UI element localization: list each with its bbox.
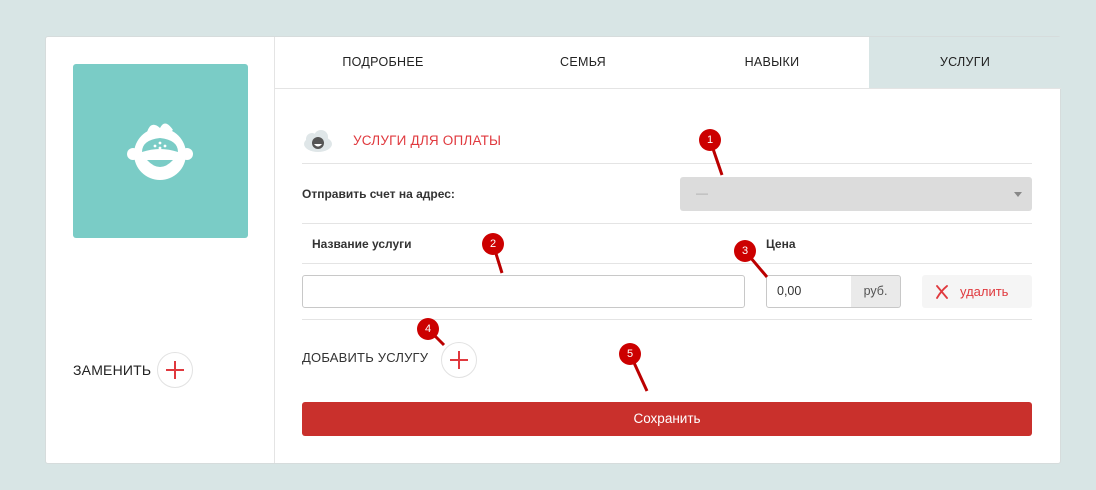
- divider: [302, 319, 1032, 320]
- divider: [302, 223, 1032, 224]
- child-face-icon: [127, 123, 193, 180]
- left-column: ЗАМЕНИТЬ: [46, 37, 275, 463]
- marker-number: 3: [741, 245, 749, 257]
- replace-photo-button[interactable]: [157, 352, 193, 388]
- avatar[interactable]: [73, 64, 248, 238]
- add-service-label: ДОБАВИТЬ УСЛУГУ: [302, 350, 429, 365]
- cloud-face-icon: [304, 130, 332, 152]
- currency-addon: руб.: [851, 275, 901, 308]
- service-name-header: Название услуги: [312, 237, 412, 251]
- marker-number: 4: [424, 323, 432, 335]
- tab-services[interactable]: УСЛУГИ: [869, 37, 1061, 88]
- tab-skills[interactable]: НАВЫКИ: [675, 37, 869, 88]
- replace-label: ЗАМЕНИТЬ: [73, 362, 152, 378]
- profile-card: ЗАМЕНИТЬ ПОДРОБНЕЕ СЕМЬЯ НАВЫКИ УСЛУГИ У…: [45, 36, 1061, 464]
- delete-service-button[interactable]: удалить: [922, 275, 1032, 308]
- tab-details[interactable]: ПОДРОБНЕЕ: [275, 37, 491, 88]
- save-button[interactable]: Сохранить: [302, 402, 1032, 436]
- section-title: УСЛУГИ ДЛЯ ОПЛАТЫ: [353, 133, 502, 148]
- delete-label: удалить: [960, 284, 1009, 299]
- tab-family[interactable]: СЕМЬЯ: [491, 37, 675, 88]
- caret-down-icon: [1014, 192, 1022, 197]
- marker-number: 1: [706, 134, 714, 146]
- send-invoice-label: Отправить счет на адрес:: [302, 187, 455, 201]
- divider: [302, 163, 1032, 164]
- marker-number: 5: [626, 348, 634, 360]
- divider: [302, 263, 1032, 264]
- marker-number: 2: [489, 238, 497, 250]
- close-icon: [936, 285, 948, 299]
- tab-bar: ПОДРОБНЕЕ СЕМЬЯ НАВЫКИ УСЛУГИ: [275, 37, 1061, 89]
